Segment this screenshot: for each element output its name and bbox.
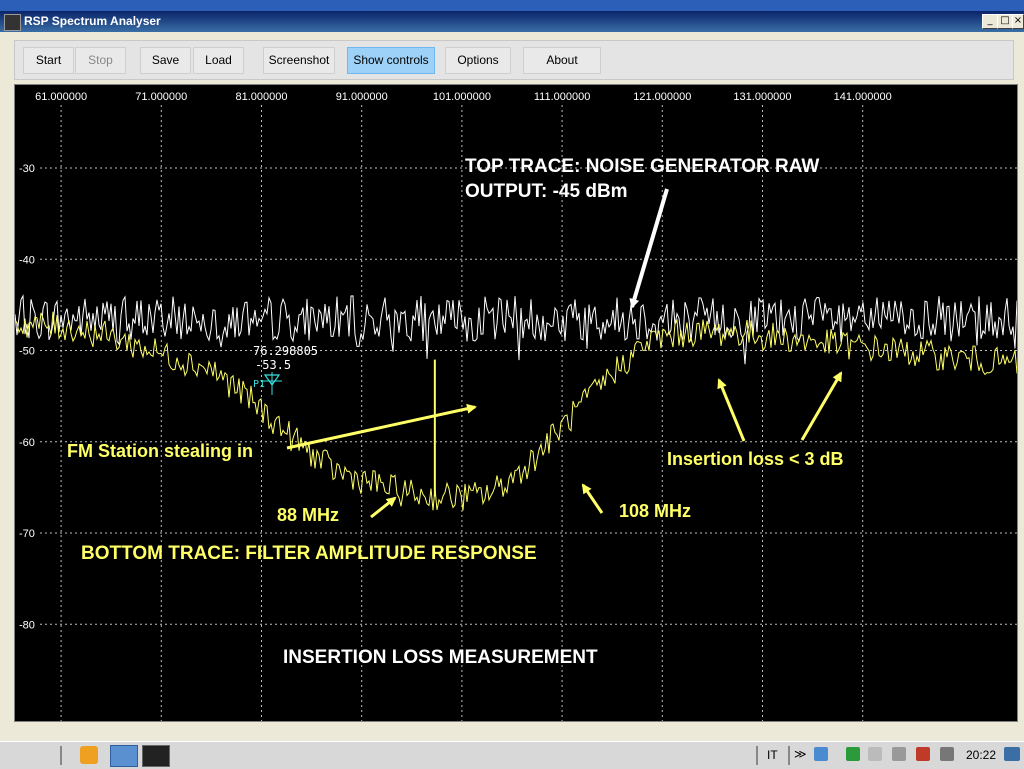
security-check-icon[interactable]: [846, 747, 860, 761]
chevron-up-icon[interactable]: ≫: [794, 747, 808, 761]
y-tick-label: -80: [19, 619, 35, 631]
desktop-top-strip: [0, 0, 1024, 11]
window-title: RSP Spectrum Analyser: [24, 14, 161, 28]
fm-station-label: FM Station stealing in: [67, 441, 253, 461]
clock: 20:22: [966, 748, 997, 762]
media-player-icon[interactable]: [80, 746, 98, 764]
save-button[interactable]: Save: [140, 47, 191, 74]
arrow-88mhz: [370, 496, 397, 519]
taskbar-separator: [60, 746, 62, 765]
traces: [15, 294, 1017, 511]
network-icon[interactable]: [814, 747, 828, 761]
x-tick-label: 91.000000: [336, 91, 388, 103]
toolbar: Start Stop Save Load Screenshot Show con…: [14, 40, 1014, 80]
title-bar[interactable]: RSP Spectrum Analyser _ □ ×: [0, 11, 1024, 32]
maximize-button[interactable]: □: [997, 14, 1013, 29]
spectrum-chart: 61.000000 71.000000 81.000000 91.000000 101.…: [15, 91, 1017, 721]
taskbar: IT ≫ 20:22: [0, 741, 1024, 769]
x-tick-label: 71.000000: [135, 91, 187, 103]
minimize-button[interactable]: _: [982, 14, 998, 29]
marker-freq-label: 76.298805: [253, 344, 318, 358]
alert-icon[interactable]: [916, 747, 930, 761]
insertion-loss-label: Insertion loss < 3 dB: [667, 449, 844, 469]
arrow-108mhz: [581, 483, 604, 514]
x-tick-label: 101.000000: [433, 91, 491, 103]
arrow-top-trace: [629, 188, 669, 309]
x-tick-label: 141.000000: [834, 91, 892, 103]
stop-button[interactable]: Stop: [75, 47, 126, 74]
x-axis-ticks: 61.000000 71.000000 81.000000 91.000000 101.…: [35, 91, 892, 103]
about-button[interactable]: About: [523, 47, 601, 74]
top-trace-line2: OUTPUT: -45 dBm: [465, 181, 628, 202]
close-button[interactable]: ×: [1012, 14, 1024, 29]
start-button[interactable]: Start: [23, 47, 74, 74]
tray-separator-2: [788, 746, 790, 765]
language-indicator[interactable]: IT: [767, 748, 778, 762]
y-tick-label: -70: [19, 528, 35, 540]
power-icon[interactable]: [940, 747, 954, 761]
top-trace-line1: TOP TRACE: NOISE GENERATOR RAW: [465, 156, 819, 177]
options-button[interactable]: Options: [445, 47, 511, 74]
y-axis-ticks: -30 -40 -50 -60 -70 -80: [19, 163, 35, 631]
trace-top-noise-line: [15, 294, 1017, 365]
spectrum-plot[interactable]: 61.000000 71.000000 81.000000 91.000000 101.…: [14, 84, 1018, 722]
arrow-insertion-left: [717, 378, 746, 442]
marker-id-label: P1: [253, 379, 265, 390]
y-tick-label: -40: [19, 254, 35, 266]
label-108mhz: 108 MHz: [619, 501, 691, 521]
trace-filter-response-line: [15, 311, 1017, 511]
y-tick-label: -30: [19, 163, 35, 175]
tray-separator: [756, 746, 758, 765]
y-tick-label: -50: [19, 346, 35, 358]
arrow-insertion-right: [800, 371, 843, 441]
app-icon: [4, 14, 21, 31]
measurement-title: INSERTION LOSS MEASUREMENT: [283, 647, 598, 668]
load-button[interactable]: Load: [193, 47, 244, 74]
marker-p1[interactable]: 76.298805 -53.5 P1: [253, 344, 318, 395]
show-desktop-icon[interactable]: [1004, 747, 1020, 761]
volume-icon[interactable]: [892, 747, 906, 761]
label-88mhz: 88 MHz: [277, 505, 339, 525]
x-tick-label: 121.000000: [633, 91, 691, 103]
rsp-taskbar-icon[interactable]: [142, 745, 170, 767]
x-tick-label: 111.000000: [534, 91, 590, 103]
show-controls-button[interactable]: Show controls: [347, 47, 435, 74]
x-tick-label: 81.000000: [235, 91, 287, 103]
x-tick-label: 61.000000: [35, 91, 87, 103]
screenshot-button[interactable]: Screenshot: [263, 47, 335, 74]
x-tick-label: 131.000000: [733, 91, 791, 103]
marker-level-label: -53.5: [255, 358, 291, 372]
explorer-icon[interactable]: [110, 745, 138, 767]
bottom-trace-label: BOTTOM TRACE: FILTER AMPLITUDE RESPONSE: [81, 543, 537, 564]
y-tick-label: -60: [19, 437, 35, 449]
device-icon[interactable]: [868, 747, 882, 761]
